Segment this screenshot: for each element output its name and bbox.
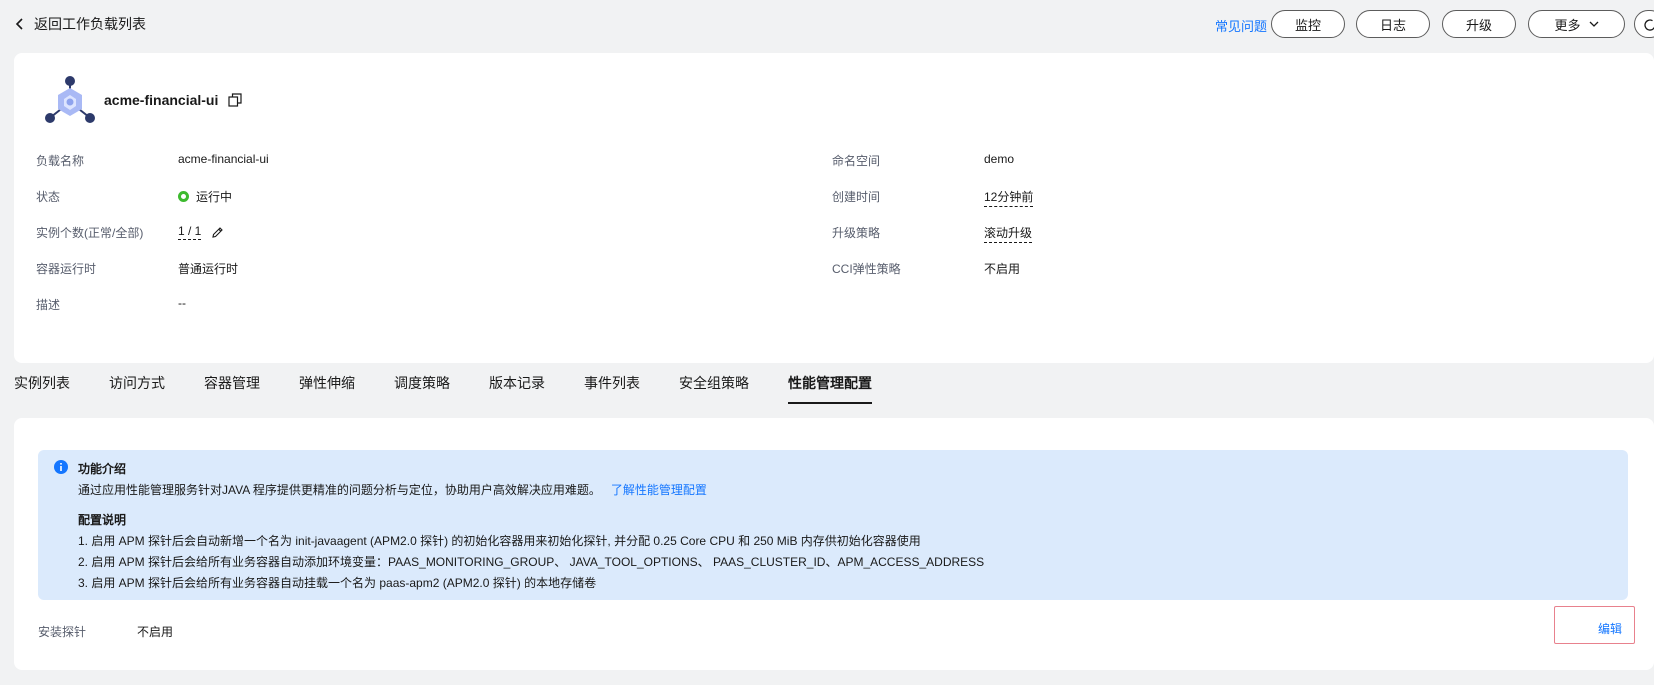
description-value: -- [178, 296, 186, 310]
cci-policy-label: CCI弹性策略 [832, 262, 901, 276]
upgrade-policy-value: 滚动升级 [984, 224, 1033, 243]
cci-policy-value: 不启用 [984, 262, 1021, 276]
runtime-label: 容器运行时 [36, 262, 97, 276]
refresh-button[interactable] [1634, 10, 1654, 38]
tab-versions[interactable]: 版本记录 [489, 372, 545, 406]
tab-instances[interactable]: 实例列表 [14, 372, 70, 406]
upgrade-policy-label: 升级策略 [832, 226, 881, 240]
workload-title-row: acme-financial-ui [44, 75, 242, 125]
detail-tabs: 实例列表 访问方式 容器管理 弹性伸缩 调度策略 版本记录 事件列表 安全组策略… [14, 372, 911, 406]
status-label: 状态 [36, 190, 61, 204]
created-time-value: 12分钟前 [984, 188, 1034, 207]
back-to-workload-list[interactable]: 返回工作负载列表 [14, 14, 146, 34]
top-bar: 返回工作负载列表 常见问题 监控 日志 升级 更多 [0, 0, 1654, 48]
feature-notice: 功能介绍 通过应用性能管理服务针对JAVA 程序提供更精准的问题分析与定位，协助… [38, 450, 1628, 600]
more-dropdown-button[interactable]: 更多 [1528, 10, 1625, 38]
namespace-value: demo [984, 152, 1015, 166]
copy-icon[interactable] [228, 93, 242, 107]
more-label: 更多 [1554, 17, 1581, 33]
edit-highlight-box: 编辑 [1554, 606, 1635, 644]
edit-pencil-icon[interactable] [211, 226, 224, 239]
tab-scheduling[interactable]: 调度策略 [394, 372, 450, 406]
config-notes-title: 配置说明 [78, 513, 127, 527]
workload-name-label: 负载名称 [36, 154, 85, 168]
instances-value: 1 / 1 [178, 224, 224, 240]
chevron-left-icon [15, 18, 23, 30]
status-value: 运行中 [178, 188, 232, 205]
learn-apm-config-link[interactable]: 了解性能管理配置 [611, 481, 707, 498]
chevron-down-icon [1589, 21, 1598, 27]
created-time-text[interactable]: 12分钟前 [984, 188, 1034, 207]
config-note-1: 1. 启用 APM 探针后会自动新增一个名为 init-javaagent (A… [78, 534, 921, 548]
tab-containers[interactable]: 容器管理 [204, 372, 260, 406]
tab-access[interactable]: 访问方式 [109, 372, 165, 406]
upgrade-button[interactable]: 升级 [1442, 10, 1516, 38]
tab-security-groups[interactable]: 安全组策略 [679, 372, 749, 406]
created-time-label: 创建时间 [832, 190, 881, 204]
workload-logo-icon [45, 76, 95, 123]
info-icon [54, 460, 68, 474]
workload-info-card: acme-financial-ui 负载名称 acme-financial-ui… [14, 53, 1654, 363]
config-note-2: 2. 启用 APM 探针后会给所有业务容器自动添加环境变量：PAAS_MONIT… [78, 555, 985, 569]
instances-label: 实例个数(正常/全部) [36, 226, 144, 240]
status-text: 运行中 [196, 190, 233, 204]
edit-button[interactable]: 编辑 [1598, 620, 1622, 637]
apm-config-card: 功能介绍 通过应用性能管理服务针对JAVA 程序提供更精准的问题分析与定位，协助… [14, 418, 1654, 670]
install-probe-label: 安装探针 [38, 625, 87, 639]
notice-intro-text: 通过应用性能管理服务针对JAVA 程序提供更精准的问题分析与定位，协助用户高效解… [78, 483, 601, 497]
description-label: 描述 [36, 298, 61, 312]
monitor-button[interactable]: 监控 [1271, 10, 1345, 38]
workload-name-value: acme-financial-ui [178, 152, 269, 166]
faq-link[interactable]: 常见问题 [1215, 16, 1267, 35]
workload-name-title: acme-financial-ui [104, 92, 219, 108]
notice-intro: 通过应用性能管理服务针对JAVA 程序提供更精准的问题分析与定位，协助用户高效解… [78, 481, 707, 498]
logs-button[interactable]: 日志 [1356, 10, 1430, 38]
back-label: 返回工作负载列表 [34, 16, 146, 32]
config-note-3: 3. 启用 APM 探针后会给所有业务容器自动挂载一个名为 paas-apm2 … [78, 576, 597, 590]
instances-count[interactable]: 1 / 1 [178, 224, 202, 240]
status-running-icon [178, 191, 189, 202]
tab-autoscaling[interactable]: 弹性伸缩 [299, 372, 355, 406]
upgrade-policy-text[interactable]: 滚动升级 [984, 224, 1033, 243]
install-probe-value: 不启用 [137, 625, 174, 639]
tab-events[interactable]: 事件列表 [584, 372, 640, 406]
notice-title: 功能介绍 [78, 462, 127, 476]
tab-apm-config[interactable]: 性能管理配置 [788, 372, 872, 406]
refresh-icon [1644, 19, 1654, 31]
namespace-label: 命名空间 [832, 154, 881, 168]
runtime-value: 普通运行时 [178, 262, 239, 276]
